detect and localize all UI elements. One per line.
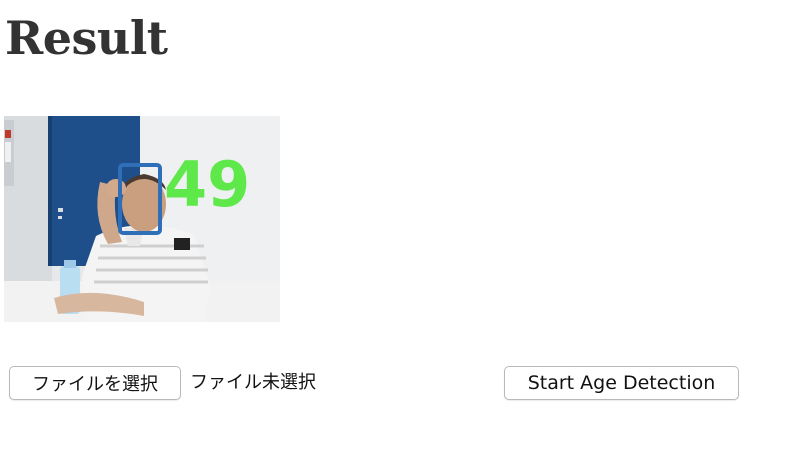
page-title: Result	[5, 11, 168, 65]
choose-file-button[interactable]: ファイルを選択	[9, 366, 181, 400]
start-age-detection-button[interactable]: Start Age Detection	[504, 366, 739, 400]
file-status-text: ファイル未選択	[190, 372, 316, 393]
result-photo: 49	[4, 116, 280, 322]
detected-age-label: 49	[164, 148, 250, 221]
